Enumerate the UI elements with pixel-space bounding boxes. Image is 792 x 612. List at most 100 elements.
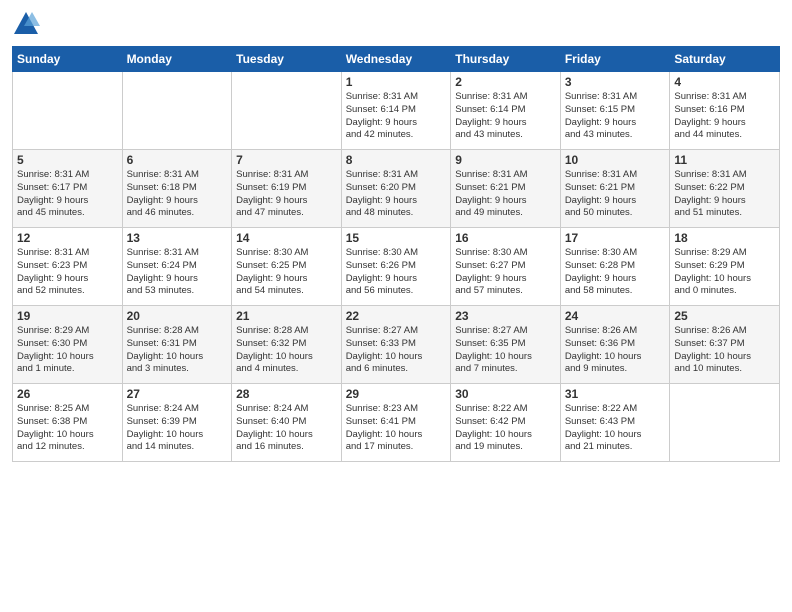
day-number: 2	[455, 75, 556, 89]
calendar-cell: 24Sunrise: 8:26 AM Sunset: 6:36 PM Dayli…	[560, 306, 670, 384]
day-number: 6	[127, 153, 228, 167]
day-info: Sunrise: 8:31 AM Sunset: 6:24 PM Dayligh…	[127, 247, 228, 298]
day-info: Sunrise: 8:31 AM Sunset: 6:14 PM Dayligh…	[455, 91, 556, 142]
weekday-saturday: Saturday	[670, 47, 780, 72]
calendar-cell: 11 Sunrise: 8:31 AM Sunset: 6:22 PM Dayli…	[670, 150, 780, 228]
day-info: Sunrise: 8:27 AM Sunset: 6:33 PM Dayligh…	[346, 325, 447, 376]
calendar-cell: 18 Sunrise: 8:29 AM Sunset: 6:29 PM Dayli…	[670, 228, 780, 306]
weekday-sunday: Sunday	[13, 47, 123, 72]
day-number: 3	[565, 75, 666, 89]
day-info: Sunrise: 8:23 AM Sunset: 6:41 PM Dayligh…	[346, 403, 447, 454]
calendar-cell: 30 Sunrise: 8:22 AM Sunset: 6:42 PM Dayli…	[451, 384, 561, 462]
calendar-cell: 1 Sunrise: 8:31 AM Sunset: 6:14 PM Daylig…	[341, 72, 451, 150]
week-row-4: 26 Sunrise: 8:25 AM Sunset: 6:38 PM Dayli…	[13, 384, 780, 462]
calendar-cell: 8 Sunrise: 8:31 AM Sunset: 6:20 PM Daylig…	[341, 150, 451, 228]
calendar-cell	[670, 384, 780, 462]
day-info: Sunrise: 8:22 AM Sunset: 6:42 PM Dayligh…	[455, 403, 556, 454]
day-info: Sunrise: 8:31 AM Sunset: 6:22 PM Dayligh…	[674, 169, 775, 220]
day-number: 22	[346, 309, 447, 323]
calendar-cell: 10Sunrise: 8:31 AM Sunset: 6:21 PM Dayli…	[560, 150, 670, 228]
day-number: 23	[455, 309, 556, 323]
calendar-cell: 9 Sunrise: 8:31 AM Sunset: 6:21 PM Daylig…	[451, 150, 561, 228]
calendar-cell: 7 Sunrise: 8:31 AM Sunset: 6:19 PM Daylig…	[232, 150, 342, 228]
day-number: 21	[236, 309, 337, 323]
day-info: Sunrise: 8:26 AM Sunset: 6:36 PM Dayligh…	[565, 325, 666, 376]
week-row-2: 12Sunrise: 8:31 AM Sunset: 6:23 PM Dayli…	[13, 228, 780, 306]
day-number: 10	[565, 153, 666, 167]
weekday-monday: Monday	[122, 47, 232, 72]
calendar-cell: 16 Sunrise: 8:30 AM Sunset: 6:27 PM Dayli…	[451, 228, 561, 306]
day-info: Sunrise: 8:31 AM Sunset: 6:20 PM Dayligh…	[346, 169, 447, 220]
page: SundayMondayTuesdayWednesdayThursdayFrid…	[0, 0, 792, 612]
day-info: Sunrise: 8:26 AM Sunset: 6:37 PM Dayligh…	[674, 325, 775, 376]
day-number: 28	[236, 387, 337, 401]
calendar-cell: 13 Sunrise: 8:31 AM Sunset: 6:24 PM Dayli…	[122, 228, 232, 306]
day-info: Sunrise: 8:24 AM Sunset: 6:40 PM Dayligh…	[236, 403, 337, 454]
weekday-thursday: Thursday	[451, 47, 561, 72]
calendar-cell: 21 Sunrise: 8:28 AM Sunset: 6:32 PM Dayli…	[232, 306, 342, 384]
day-info: Sunrise: 8:31 AM Sunset: 6:21 PM Dayligh…	[455, 169, 556, 220]
day-number: 11	[674, 153, 775, 167]
day-info: Sunrise: 8:31 AM Sunset: 6:14 PM Dayligh…	[346, 91, 447, 142]
day-number: 13	[127, 231, 228, 245]
day-number: 27	[127, 387, 228, 401]
logo-icon	[12, 10, 40, 38]
calendar-cell: 20 Sunrise: 8:28 AM Sunset: 6:31 PM Dayli…	[122, 306, 232, 384]
calendar-cell	[13, 72, 123, 150]
calendar-cell: 17Sunrise: 8:30 AM Sunset: 6:28 PM Dayli…	[560, 228, 670, 306]
calendar-cell	[122, 72, 232, 150]
day-info: Sunrise: 8:30 AM Sunset: 6:27 PM Dayligh…	[455, 247, 556, 298]
day-number: 20	[127, 309, 228, 323]
day-number: 9	[455, 153, 556, 167]
day-number: 14	[236, 231, 337, 245]
calendar-cell: 29 Sunrise: 8:23 AM Sunset: 6:41 PM Dayli…	[341, 384, 451, 462]
day-info: Sunrise: 8:31 AM Sunset: 6:15 PM Dayligh…	[565, 91, 666, 142]
day-number: 16	[455, 231, 556, 245]
weekday-friday: Friday	[560, 47, 670, 72]
day-info: Sunrise: 8:27 AM Sunset: 6:35 PM Dayligh…	[455, 325, 556, 376]
calendar-cell: 22 Sunrise: 8:27 AM Sunset: 6:33 PM Dayli…	[341, 306, 451, 384]
calendar-cell: 26 Sunrise: 8:25 AM Sunset: 6:38 PM Dayli…	[13, 384, 123, 462]
calendar-cell: 27Sunrise: 8:24 AM Sunset: 6:39 PM Dayli…	[122, 384, 232, 462]
day-number: 8	[346, 153, 447, 167]
day-info: Sunrise: 8:31 AM Sunset: 6:18 PM Dayligh…	[127, 169, 228, 220]
day-number: 15	[346, 231, 447, 245]
day-number: 26	[17, 387, 118, 401]
calendar-cell: 5Sunrise: 8:31 AM Sunset: 6:17 PM Daylig…	[13, 150, 123, 228]
day-info: Sunrise: 8:31 AM Sunset: 6:17 PM Dayligh…	[17, 169, 118, 220]
day-number: 30	[455, 387, 556, 401]
day-info: Sunrise: 8:31 AM Sunset: 6:23 PM Dayligh…	[17, 247, 118, 298]
day-info: Sunrise: 8:31 AM Sunset: 6:16 PM Dayligh…	[674, 91, 775, 142]
day-info: Sunrise: 8:29 AM Sunset: 6:29 PM Dayligh…	[674, 247, 775, 298]
calendar-cell: 14Sunrise: 8:30 AM Sunset: 6:25 PM Dayli…	[232, 228, 342, 306]
day-number: 18	[674, 231, 775, 245]
calendar-cell: 6 Sunrise: 8:31 AM Sunset: 6:18 PM Daylig…	[122, 150, 232, 228]
day-info: Sunrise: 8:29 AM Sunset: 6:30 PM Dayligh…	[17, 325, 118, 376]
calendar-cell: 3 Sunrise: 8:31 AM Sunset: 6:15 PM Daylig…	[560, 72, 670, 150]
day-info: Sunrise: 8:31 AM Sunset: 6:19 PM Dayligh…	[236, 169, 337, 220]
calendar: SundayMondayTuesdayWednesdayThursdayFrid…	[12, 46, 780, 462]
logo	[12, 10, 44, 38]
day-number: 29	[346, 387, 447, 401]
day-number: 7	[236, 153, 337, 167]
day-number: 1	[346, 75, 447, 89]
day-number: 4	[674, 75, 775, 89]
calendar-cell: 31 Sunrise: 8:22 AM Sunset: 6:43 PM Dayli…	[560, 384, 670, 462]
week-row-0: 1 Sunrise: 8:31 AM Sunset: 6:14 PM Daylig…	[13, 72, 780, 150]
calendar-cell: 12Sunrise: 8:31 AM Sunset: 6:23 PM Dayli…	[13, 228, 123, 306]
calendar-cell: 4 Sunrise: 8:31 AM Sunset: 6:16 PM Daylig…	[670, 72, 780, 150]
day-info: Sunrise: 8:25 AM Sunset: 6:38 PM Dayligh…	[17, 403, 118, 454]
weekday-tuesday: Tuesday	[232, 47, 342, 72]
calendar-cell: 25Sunrise: 8:26 AM Sunset: 6:37 PM Dayli…	[670, 306, 780, 384]
header	[12, 10, 780, 38]
weekday-header-row: SundayMondayTuesdayWednesdayThursdayFrid…	[13, 47, 780, 72]
day-info: Sunrise: 8:22 AM Sunset: 6:43 PM Dayligh…	[565, 403, 666, 454]
day-number: 31	[565, 387, 666, 401]
week-row-3: 19Sunrise: 8:29 AM Sunset: 6:30 PM Dayli…	[13, 306, 780, 384]
week-row-1: 5Sunrise: 8:31 AM Sunset: 6:17 PM Daylig…	[13, 150, 780, 228]
day-info: Sunrise: 8:28 AM Sunset: 6:31 PM Dayligh…	[127, 325, 228, 376]
day-info: Sunrise: 8:28 AM Sunset: 6:32 PM Dayligh…	[236, 325, 337, 376]
day-info: Sunrise: 8:30 AM Sunset: 6:28 PM Dayligh…	[565, 247, 666, 298]
calendar-cell: 15Sunrise: 8:30 AM Sunset: 6:26 PM Dayli…	[341, 228, 451, 306]
calendar-cell: 19Sunrise: 8:29 AM Sunset: 6:30 PM Dayli…	[13, 306, 123, 384]
